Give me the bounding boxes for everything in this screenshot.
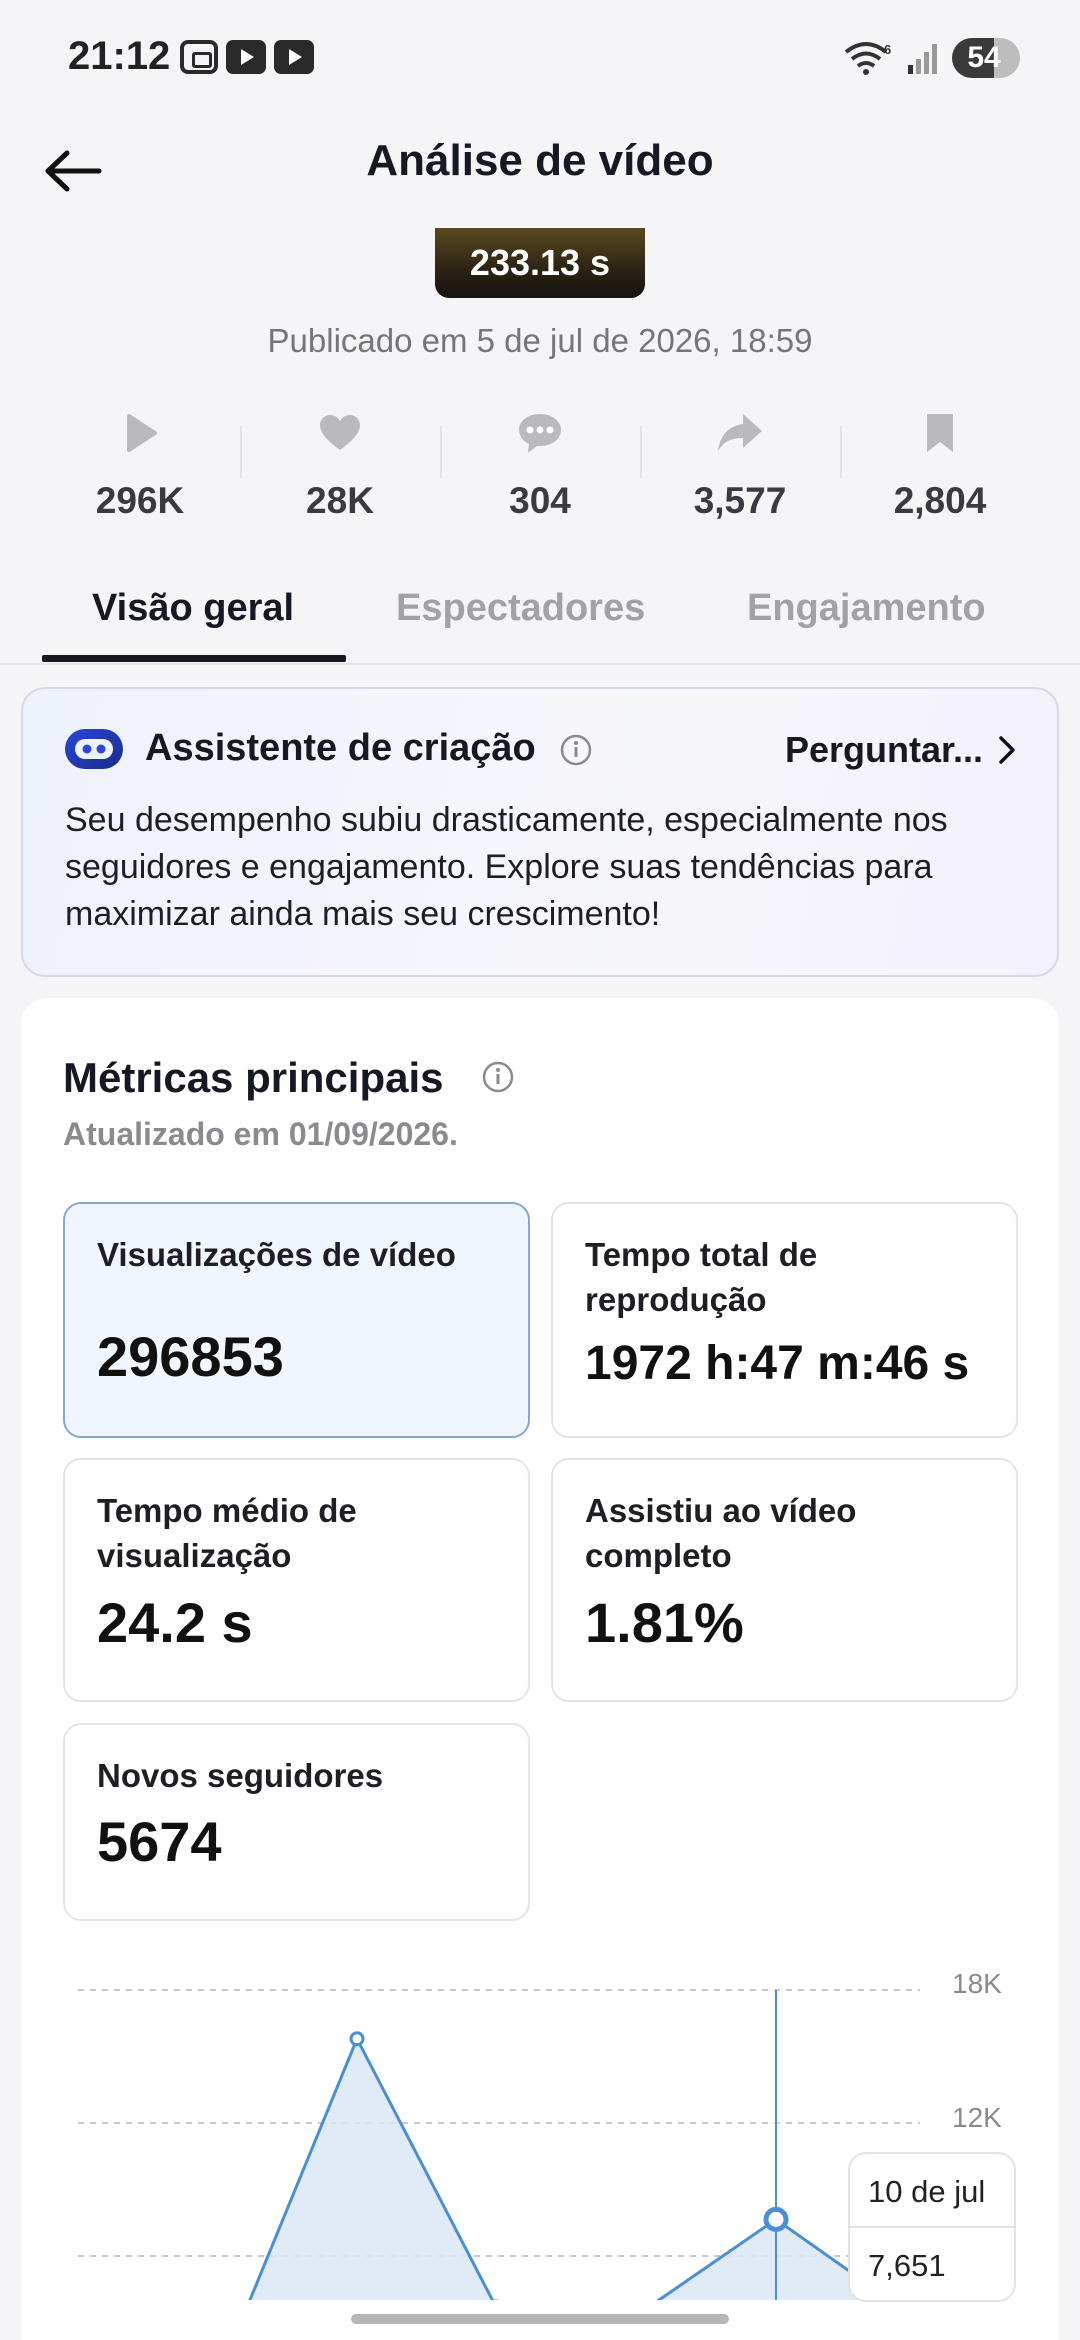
tooltip-divider [850,2226,1014,2228]
y-tick-label: 12K [952,2102,1002,2133]
screenshot-icon [180,40,218,74]
status-time: 21:12 [68,34,171,78]
assistant-message: Seu desempenho subiu drasticamente, espe… [65,801,948,933]
notification-icons [180,40,314,74]
tab-viewers[interactable]: Espectadores [396,587,645,630]
published-date: Publicado em 5 de jul de 2026, 18:59 [267,322,813,359]
battery-indicator: 54 [952,38,1020,78]
stat-value: 2,804 [893,480,987,521]
play-icon [127,414,157,452]
video-duration: 233.13 s [469,242,611,283]
stat-value: 3,577 [693,480,787,521]
heart-icon [320,415,360,450]
metric-tile-followers[interactable]: Novos seguidores 5674 [63,1723,530,1921]
metric-label: Novos seguidores [97,1757,384,1794]
stat-value: 304 [509,480,571,521]
tab-bar: Visão geral Espectadores Engajamento [0,565,1080,665]
youtube-icon [226,40,266,74]
share-icon [718,414,762,451]
page-title: Análise de vídeo [366,136,714,185]
tab-overview[interactable]: Visão geral [92,587,294,630]
stat-shares: 3,577 [640,400,840,522]
chart-area [100,2038,916,2340]
metric-value: 1.81% [585,1591,744,1654]
metric-label: Assistiu ao vídeo completo [585,1492,857,1574]
metric-value: 24.2 s [97,1591,253,1654]
comment-icon [519,414,561,453]
assistant-title: Assistente de criação [145,727,536,769]
chart-point-selected [763,2206,789,2232]
signal-icon [908,44,937,74]
metric-tile-views[interactable]: Visualizações de vídeo 296853 [63,1202,530,1438]
metric-label: Tempo total de reprodução [585,1236,818,1318]
metric-tile-watch-time[interactable]: Tempo total de reprodução 1972 h:47 m:46… [551,1202,1018,1438]
metric-value: 5674 [97,1810,222,1873]
info-icon[interactable] [559,733,593,767]
metrics-updated: Atualizado em 01/09/2026. [63,1116,458,1152]
system-icons: 6 54 [844,38,1020,78]
ask-button[interactable]: Perguntar... [785,729,1017,771]
metric-value: 296853 [97,1325,284,1388]
wifi-icon: 6 [844,42,891,75]
svg-text:6: 6 [884,42,891,57]
video-thumbnail[interactable]: 233.13 s [435,228,645,298]
metric-label: Tempo médio de visualização [97,1492,357,1574]
tooltip-value: 7,651 [868,2248,946,2283]
metrics-title: Métricas principais [63,1054,444,1101]
assistant-card[interactable]: Assistente de criação Perguntar... Seu d… [21,687,1059,977]
info-icon[interactable] [481,1060,515,1094]
metric-value: 1972 h:47 m:46 s [585,1337,970,1390]
metric-label: Visualizações de vídeo [97,1236,456,1273]
ask-label: Perguntar... [784,729,983,770]
tab-engagement[interactable]: Engajamento [747,587,986,630]
stat-views: 296K [40,400,240,522]
metric-tile-avg-watch[interactable]: Tempo médio de visualização 24.2 s [63,1458,530,1702]
youtube-icon [274,40,314,74]
header: Análise de vídeo [0,120,1080,230]
bookmark-icon [927,414,953,452]
tooltip-date: 10 de jul [868,2174,986,2209]
stat-value: 28K [306,480,374,521]
stats-row: 296K 28K 304 3,577 2,804 [40,400,1040,522]
metric-tile-completion[interactable]: Assistiu ao vídeo completo 1.81% [551,1458,1018,1702]
chart-tooltip: 10 de jul 7,651 [848,2152,1016,2302]
assistant-logo-icon [65,729,123,769]
stat-likes: 28K [240,400,440,522]
chevron-right-icon [999,736,1015,764]
tab-indicator [42,655,346,662]
y-tick-label: 18K [952,1968,1002,1999]
chart-point [349,2031,365,2047]
stat-saves: 2,804 [840,400,1040,522]
status-bar: 21:12 6 54 [0,0,1080,120]
stat-comments: 304 [440,400,640,522]
home-indicator[interactable] [351,2314,729,2324]
stat-value: 296K [95,480,185,521]
